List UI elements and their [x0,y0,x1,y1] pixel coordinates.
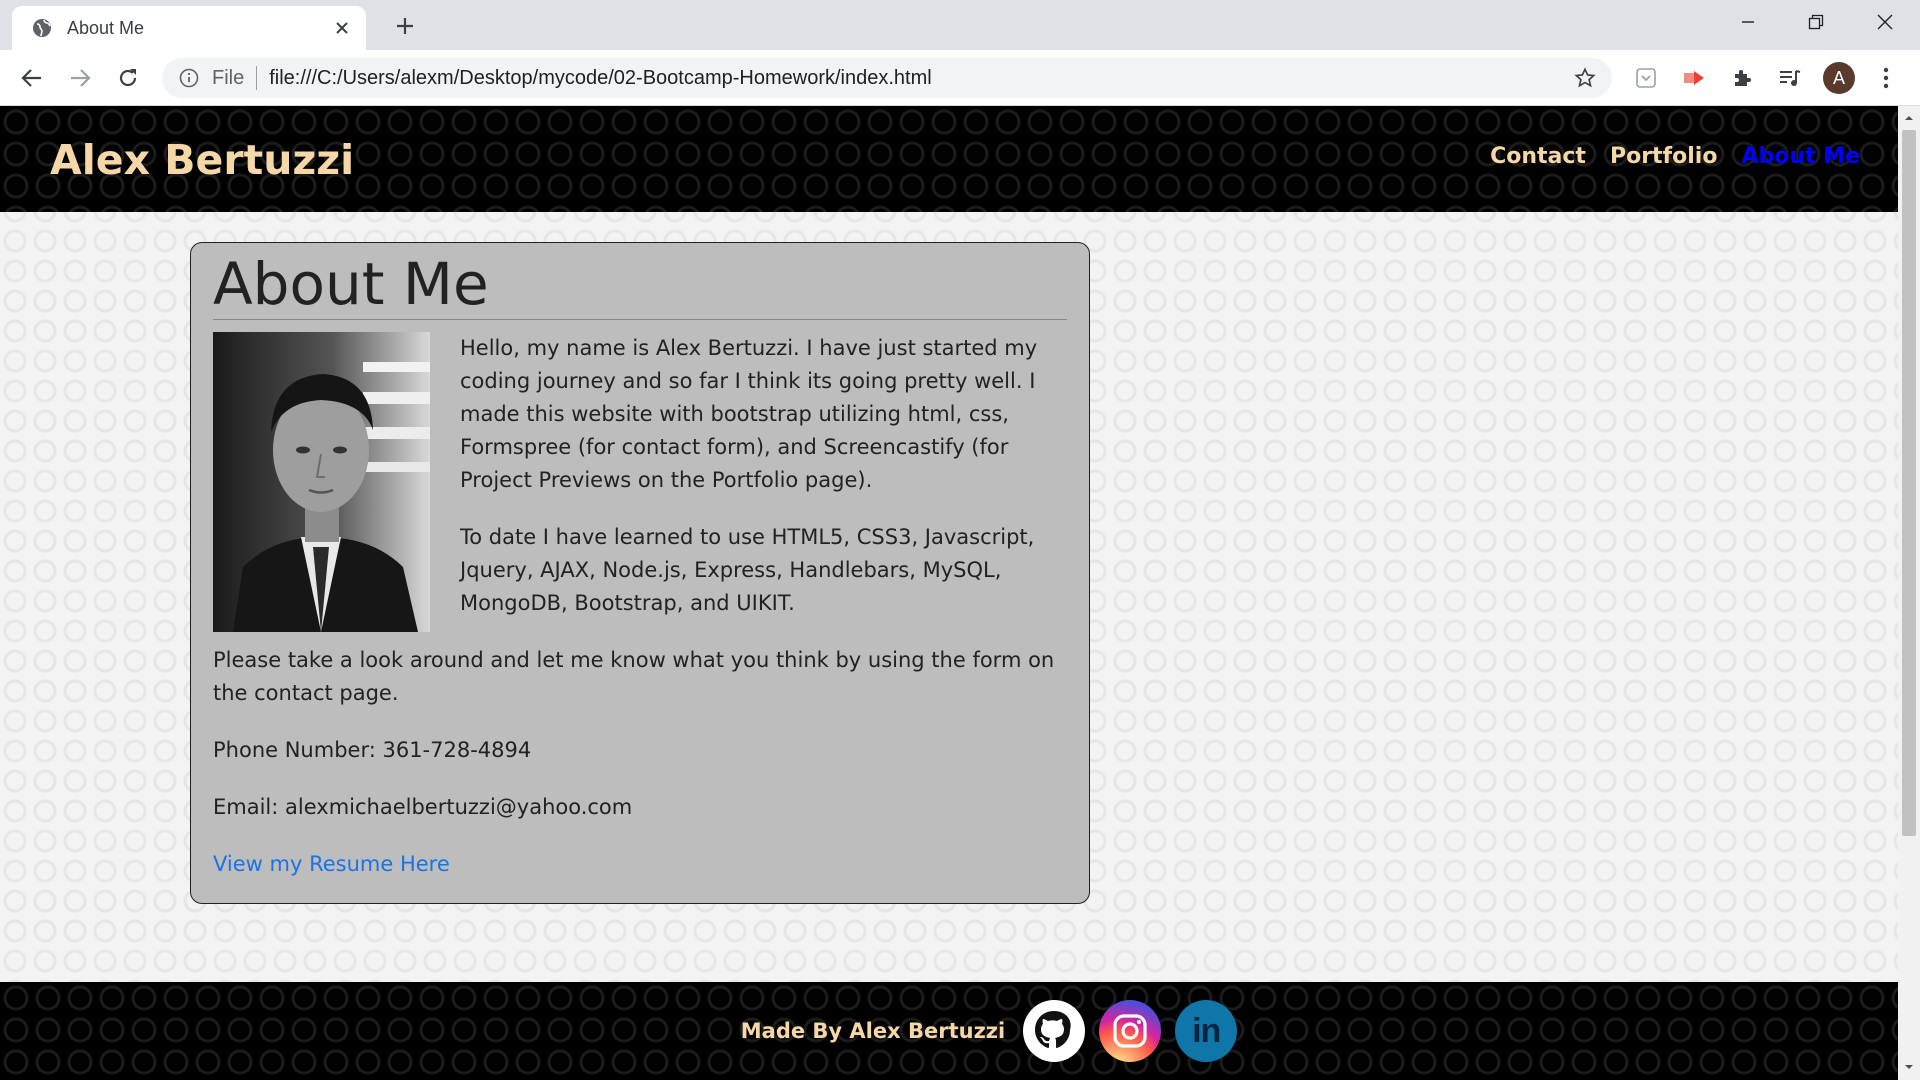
site-nav: Contact Portfolio About Me [1490,144,1860,169]
site-brand-link[interactable]: Alex Bertuzzi [50,136,354,184]
instagram-icon[interactable] [1099,1000,1162,1062]
profile-avatar[interactable]: A [1823,62,1855,94]
site-footer: Made By Alex Bertuzzi in [0,982,1898,1080]
close-window-icon[interactable] [1855,0,1915,44]
globe-icon [33,19,51,37]
about-body: Hello, my name is Alex Bertuzzi. I have … [213,331,1067,881]
back-icon[interactable] [14,60,50,96]
footer-credit: Made By Alex Bertuzzi [740,1019,1006,1043]
tab-title: About Me [67,17,145,38]
info-icon[interactable] [178,67,200,89]
about-phone: Phone Number: 361-728-4894 [213,737,532,762]
forward-icon[interactable] [62,60,98,96]
media-control-icon[interactable] [1772,60,1808,96]
url-separator [256,66,258,90]
puzzle-extensions-icon[interactable] [1724,60,1760,96]
nav-about-link[interactable]: About Me [1741,144,1860,169]
about-heading: About Me [213,252,1067,320]
tab-strip: About Me [0,0,1920,50]
scroll-down-arrow-icon[interactable] [1903,1061,1915,1073]
reload-icon[interactable] [110,60,146,96]
browser-tab[interactable]: About Me [12,6,366,50]
about-card: About Me Hello, my name is Alex Bertuzzi… [190,242,1090,904]
linkedin-icon[interactable]: in [1175,1000,1238,1062]
about-paragraph-invite: Please take a look around and let me kno… [213,647,1055,705]
menu-kebab-icon[interactable] [1868,60,1904,96]
resume-link[interactable]: View my Resume Here [213,852,450,876]
page-scrollbar[interactable] [1898,106,1920,1080]
site-header: Alex Bertuzzi Contact Portfolio About Me [0,106,1898,212]
nav-portfolio-link[interactable]: Portfolio [1610,144,1718,169]
restore-icon[interactable] [1786,0,1846,44]
scroll-up-arrow-icon[interactable] [1903,112,1915,124]
browser-toolbar: File file:///C:/Users/alexm/Desktop/myco… [0,50,1920,106]
url-text[interactable]: file:///C:/Users/alexm/Desktop/mycode/02… [269,67,1570,90]
new-tab-icon[interactable] [390,11,420,41]
profile-photo [213,331,430,632]
nav-contact-link[interactable]: Contact [1490,144,1586,169]
pocket-extension-icon[interactable] [1628,60,1664,96]
about-email: Email: alexmichaelbertuzzi@yahoo.com [213,794,633,819]
minimize-icon[interactable] [1718,0,1778,44]
address-bar[interactable]: File file:///C:/Users/alexm/Desktop/myco… [162,58,1612,98]
page-viewport: Alex Bertuzzi Contact Portfolio About Me… [0,106,1898,1080]
scrollbar-thumb[interactable] [1902,130,1916,836]
bookmark-star-icon[interactable] [1570,63,1600,93]
close-tab-icon[interactable] [328,14,356,42]
url-scheme-label: File [212,66,245,89]
linkedin-icon-text: in [1192,1011,1221,1050]
github-icon[interactable] [1023,1000,1086,1062]
screencastify-extension-icon[interactable] [1676,60,1712,96]
